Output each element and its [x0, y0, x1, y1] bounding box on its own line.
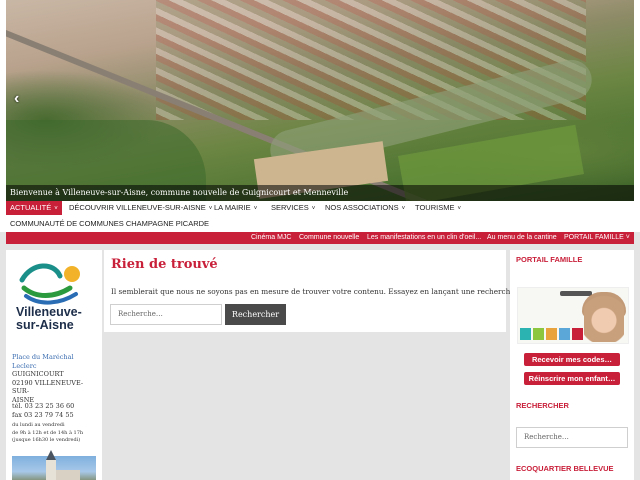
quicklink-label: PORTAIL FAMILLE: [564, 234, 624, 241]
slider-caption: Bienvenue à Villeneuve-sur-Aisne, commun…: [6, 185, 634, 201]
nav-item-decouvrir[interactable]: DÉCOUVRIR VILLENEUVE-SUR-AISNE ˅: [65, 201, 216, 215]
widget-title-rechercher: RECHERCHER: [516, 401, 569, 410]
portail-tile: [520, 328, 531, 340]
town-contact: tél. 03 23 25 36 60 fax 03 23 79 74 55: [12, 402, 98, 420]
phone-number: tél. 03 23 25 36 60: [12, 402, 75, 410]
portail-tile: [559, 328, 570, 340]
sidebar-search-input[interactable]: Recherche…: [516, 427, 628, 448]
widget-title-ecoquartier: ECOQUARTIER BELLEVUE: [516, 464, 614, 473]
widget-title-portail-famille: PORTAIL FAMILLE: [516, 255, 583, 264]
quicklink-manifestations[interactable]: Les manifestations en un clin d'oeil...: [367, 232, 481, 244]
church-nave: [56, 470, 80, 480]
search-button[interactable]: Rechercher: [225, 304, 286, 325]
nav-item-label: LA MAIRIE: [214, 203, 251, 212]
nav-item-services[interactable]: SERVICES ˅: [267, 201, 319, 215]
logo-text-line: sur-Aisne: [16, 318, 74, 332]
address-link[interactable]: Place du Maréchal: [12, 353, 98, 362]
church-photo: [12, 450, 96, 480]
chevron-down-icon: ˅: [457, 206, 461, 212]
chevron-left-icon[interactable]: ‹: [14, 90, 19, 108]
nav-item-nos-associations[interactable]: NOS ASSOCIATIONS ˅: [321, 201, 409, 215]
church-spire: [46, 450, 56, 460]
nav-item-label: SERVICES: [271, 203, 309, 212]
quicklink-cinema[interactable]: Cinéma MJC: [251, 232, 291, 244]
quicklink-menu-cantine[interactable]: Au menu de la cantine: [487, 232, 557, 244]
page-title: Rien de trouvé: [111, 257, 218, 272]
portail-famille-image[interactable]: [517, 287, 629, 344]
search-input[interactable]: Recherche…: [110, 304, 222, 325]
reenroll-child-button[interactable]: Réinscrire mon enfant…: [524, 372, 620, 385]
fax-number: fax 03 23 79 74 55: [12, 411, 74, 419]
church-tower: [46, 460, 56, 480]
nav-item-label: DÉCOUVRIR VILLENEUVE-SUR-AISNE: [69, 203, 206, 212]
address-line: 02190 VILLENEUVE-SUR-: [12, 378, 84, 396]
nav-item-label: ACTUALITÉ: [10, 203, 52, 212]
portail-tile: [533, 328, 544, 340]
portail-tile: [546, 328, 557, 340]
chevron-down-icon: ˅: [253, 206, 258, 212]
address-link[interactable]: Leclerc: [12, 362, 98, 371]
main-content: Rien de trouvé Il semblerait que nous ne…: [104, 250, 517, 332]
nav-item-label: NOS ASSOCIATIONS: [325, 203, 399, 212]
hours-line: de 9h à 12h et de 14h à 17h: [12, 429, 84, 436]
chevron-down-icon: ˅: [54, 206, 58, 212]
portail-logo: [560, 291, 592, 296]
not-found-message: Il semblerait que nous ne soyons pas en …: [111, 287, 517, 296]
hours-line: (jusque 16h30 le vendredi): [12, 437, 81, 443]
portail-photo-face: [584, 294, 624, 342]
chevron-down-icon: ˅: [311, 206, 316, 212]
main-navigation: ACTUALITÉ ˅ DÉCOUVRIR VILLENEUVE-SUR-AISN…: [6, 201, 634, 215]
address-line: GUIGNICOURT: [12, 370, 64, 378]
chevron-down-icon: ˅: [625, 234, 630, 241]
quicklink-commune-nouvelle[interactable]: Commune nouvelle: [299, 232, 359, 244]
right-sidebar: PORTAIL FAMILLE Recevoir mes codes… Réin…: [510, 250, 634, 480]
nav-item-label: TOURISME: [415, 203, 455, 212]
town-logo-text: Villeneuve- sur-Aisne: [16, 306, 96, 332]
secondary-navigation: COMMUNAUTÉ DE COMMUNES CHAMPAGNE PICARDE: [6, 217, 634, 231]
quicklink-portail-famille[interactable]: PORTAIL FAMILLE ˅: [564, 232, 630, 244]
opening-hours: du lundi au vendredi de 9h à 12h et de 1…: [12, 422, 98, 445]
hero-slider[interactable]: ‹ ›: [6, 0, 634, 201]
hours-line: du lundi au vendredi: [12, 422, 65, 428]
left-sidebar: Villeneuve- sur-Aisne Place du Maréchal …: [6, 250, 102, 480]
town-address: Place du Maréchal Leclerc GUIGNICOURT 02…: [12, 353, 98, 404]
nav-item-communaute[interactable]: COMMUNAUTÉ DE COMMUNES CHAMPAGNE PICARDE: [10, 217, 209, 231]
chevron-down-icon: ˅: [401, 206, 406, 212]
portail-tile: [572, 328, 583, 340]
receive-codes-button[interactable]: Recevoir mes codes…: [524, 353, 620, 366]
quicklinks-bar: Cinéma MJC Commune nouvelle Les manifest…: [6, 232, 634, 244]
nav-item-la-mairie[interactable]: LA MAIRIE ˅: [210, 201, 261, 215]
nav-item-tourisme[interactable]: TOURISME ˅: [411, 201, 465, 215]
nav-item-actualite[interactable]: ACTUALITÉ ˅: [6, 201, 62, 215]
